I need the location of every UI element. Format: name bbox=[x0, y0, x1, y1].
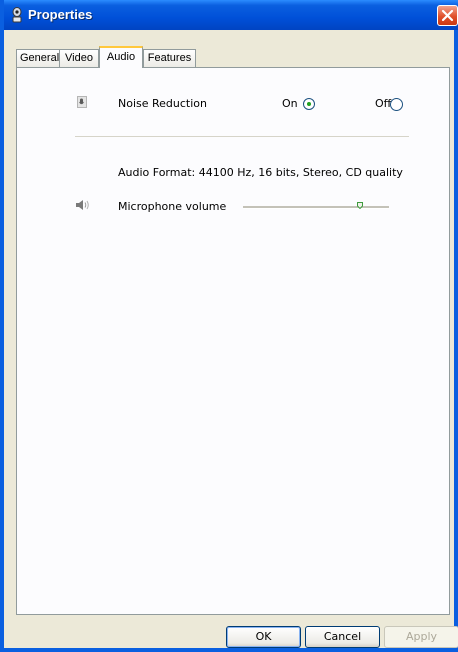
webcam-icon bbox=[12, 7, 22, 23]
noise-reduction-off-label: Off bbox=[375, 97, 392, 110]
tab-video[interactable]: Video bbox=[59, 49, 99, 67]
noise-reduction-label: Noise Reduction bbox=[118, 97, 207, 110]
noise-reduction-on-label: On bbox=[282, 97, 298, 110]
microphone-volume-slider[interactable] bbox=[243, 206, 389, 209]
microphone-volume-label: Microphone volume bbox=[118, 200, 227, 213]
apply-button[interactable]: Apply bbox=[384, 626, 458, 648]
section-divider bbox=[75, 136, 409, 137]
ok-button[interactable]: OK bbox=[226, 626, 301, 648]
audio-tab-panel: Noise Reduction On Off Audio Format: 441… bbox=[16, 67, 450, 615]
tab-features[interactable]: Features bbox=[143, 49, 196, 67]
microphone-icon bbox=[77, 96, 87, 108]
slider-thumb[interactable] bbox=[357, 202, 363, 209]
properties-window: Properties General Video Audio Features … bbox=[0, 0, 458, 652]
speaker-icon bbox=[76, 200, 89, 210]
noise-reduction-off-radio[interactable] bbox=[390, 98, 403, 111]
radio-selected-dot bbox=[307, 102, 311, 106]
close-icon bbox=[441, 9, 454, 22]
noise-reduction-on-radio[interactable] bbox=[303, 98, 315, 110]
close-button[interactable] bbox=[437, 5, 458, 26]
tab-audio[interactable]: Audio bbox=[99, 46, 143, 68]
window-title: Properties bbox=[28, 7, 93, 22]
cancel-button[interactable]: Cancel bbox=[305, 626, 380, 648]
tab-general[interactable]: General bbox=[16, 49, 60, 67]
audio-format-text: Audio Format: 44100 Hz, 16 bits, Stereo,… bbox=[118, 166, 403, 179]
title-bar[interactable]: Properties bbox=[4, 0, 458, 30]
